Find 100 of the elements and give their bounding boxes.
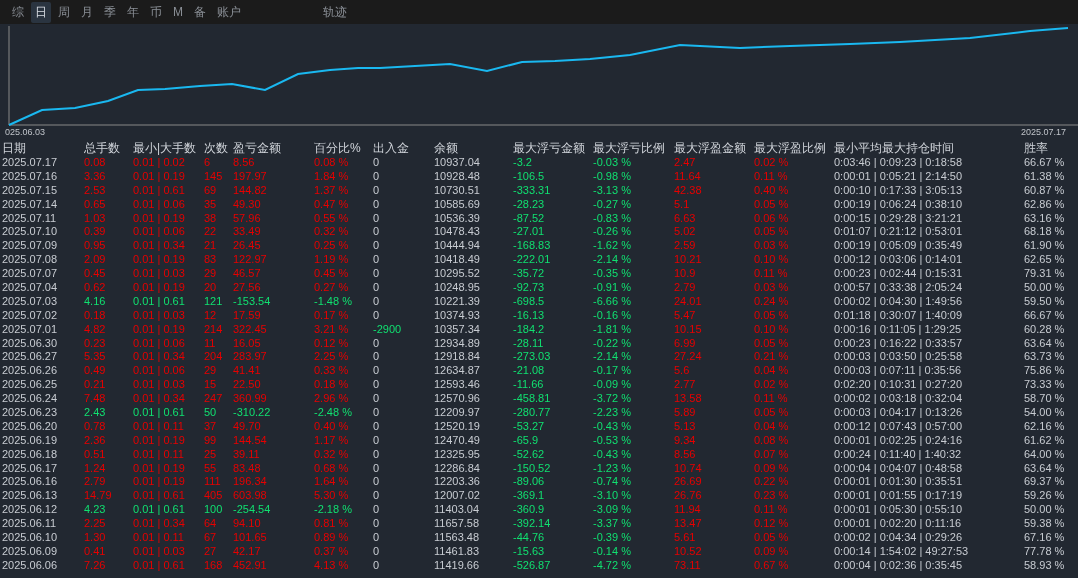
table-cell-text: 0 — [373, 156, 381, 170]
table-cell-text: 0 — [373, 433, 381, 448]
table-cell-text: 0.01 | 0.61 — [133, 558, 186, 573]
table-cell-text: 2025.07.01 — [2, 322, 59, 337]
table-cell-text: 0.68 % — [314, 461, 350, 476]
table-cell-text: 0:00:23 | 0:02:44 | 0:15:31 — [834, 267, 964, 282]
table-cell-text: 7.48 — [84, 392, 107, 407]
table-cell-text: 0 — [373, 461, 381, 476]
period-tab[interactable]: 备 — [190, 1, 210, 23]
table-cell-text: 26.45 — [233, 239, 262, 254]
table-cell-text: 2025.06.11 — [2, 517, 58, 532]
end-date-label: 2025.07.17 — [1020, 127, 1066, 137]
table-cell-text: 69 — [204, 183, 218, 198]
chart-tab[interactable]: 轨迹 — [323, 3, 347, 21]
table-cell-text: 0.01 | 0.19 — [133, 461, 186, 476]
table-cell-text: 168 — [204, 558, 224, 573]
table-cell-text: 2.09 — [84, 253, 107, 268]
table-cell-text: 0 — [373, 503, 381, 518]
table-cell-text: 11657.58 — [434, 517, 481, 532]
period-tab[interactable]: 账户 — [213, 1, 245, 23]
table-cell-text: 77.78 % — [1024, 544, 1066, 559]
table-cell-text: -273.03 — [513, 350, 552, 365]
table-cell-text: 38 — [204, 211, 218, 226]
table-cell-text: 0 — [373, 419, 381, 434]
table-cell-text: 283.97 — [233, 350, 268, 365]
table-cell-text: 27.56 — [233, 281, 262, 295]
table-cell-text: 0 — [373, 225, 381, 240]
table-cell-text: 2025.07.15 — [2, 183, 59, 198]
table-cell-text: -3.72 % — [593, 392, 632, 407]
table-cell-text: 13.47 — [674, 517, 703, 532]
table-cell-text: 29 — [204, 364, 218, 379]
table-cell-text: 0.10 % — [754, 253, 790, 268]
table-cell-text: 57.96 — [233, 211, 262, 226]
table-cell-text: 2025.07.03 — [2, 294, 59, 309]
table-cell-text: 0.04 % — [754, 364, 790, 379]
table-cell-text: 0:02:20 | 0:10:31 | 0:27:20 — [834, 378, 964, 393]
table-cell-text: 0.17 % — [314, 308, 350, 323]
table-cell-text: 12934.89 — [434, 336, 481, 351]
table-cell-text: 11461.83 — [434, 544, 481, 559]
table-cell-text: 0.22 % — [754, 475, 790, 490]
table-cell-text: 2025.06.30 — [2, 336, 59, 351]
table-cell-text: 0.23 — [84, 336, 107, 351]
start-date-label: 025.06.03 — [5, 127, 46, 137]
table-cell-text: 2025.07.14 — [2, 197, 59, 212]
table-cell-text: 66.67 % — [1024, 308, 1066, 323]
table-cell-text: 0 — [373, 531, 381, 545]
table-cell-text: 55 — [204, 461, 218, 476]
table-cell-text: 0:00:01 | 0:02:20 | 0:11:16 — [834, 517, 963, 532]
table-cell-text: 12470.49 — [434, 433, 481, 448]
table-cell-text: 10.74 — [674, 461, 703, 476]
table-cell-text: 0.01 | 0.61 — [133, 294, 186, 309]
table-cell-text: 2.25 — [84, 517, 107, 532]
period-tab[interactable]: M — [169, 3, 187, 21]
table-cell-text: -11.66 — [513, 378, 545, 393]
table-cell-text: 12325.95 — [434, 447, 481, 462]
table-cell-text: -4.72 % — [593, 558, 632, 573]
table-cell-text: 0.01 | 0.06 — [133, 336, 186, 351]
table-cell-text: 3.21 % — [314, 322, 350, 337]
table-cell-text: 22.50 — [233, 378, 262, 393]
table-cell-text: 5.6 — [674, 364, 691, 379]
table-cell-text: 11403.04 — [434, 503, 481, 518]
period-tab[interactable]: 年 — [123, 1, 143, 23]
table-cell-text: 58.70 % — [1024, 392, 1066, 407]
period-tab[interactable]: 月 — [77, 1, 97, 23]
table-cell-text: 0:00:01 | 0:05:30 | 0:55:10 — [834, 503, 964, 518]
table-cell-text: 0.01 | 0.02 — [133, 156, 186, 170]
table-cell-text: 0.40 % — [314, 419, 350, 434]
table-cell-text: 0.01 | 0.61 — [133, 489, 186, 504]
table-cell-text: 11 — [204, 336, 217, 351]
table-cell-text: 4.16 — [84, 294, 107, 309]
table-cell-text: 42.38 — [674, 183, 703, 198]
table-cell-text: 2.43 — [84, 406, 107, 420]
table-cell-text: 121 — [204, 294, 224, 309]
table-cell-text: 1.37 % — [314, 183, 350, 198]
table-cell-text: 10937.04 — [434, 156, 481, 170]
table-cell-text: 2025.06.25 — [2, 378, 59, 393]
table-cell-text: -1.48 % — [314, 294, 353, 309]
period-tab[interactable]: 季 — [100, 1, 120, 23]
table-cell-text: 63.64 % — [1024, 461, 1066, 476]
table-cell-text: 0.47 % — [314, 197, 350, 212]
period-tab[interactable]: 综 — [8, 1, 28, 23]
table-cell-text: 197.97 — [233, 169, 268, 184]
table-cell-text: 0.33 % — [314, 364, 350, 379]
table-cell-text: 10928.48 — [434, 169, 481, 184]
table-cell-text: 0.08 % — [314, 156, 350, 170]
table-cell-text: 59.26 % — [1024, 489, 1066, 504]
table-cell-text: -2.23 % — [593, 406, 632, 420]
table-cell-text: 4.82 — [84, 322, 107, 337]
period-tab[interactable]: 日 — [31, 1, 51, 23]
period-tab[interactable]: 币 — [146, 1, 166, 23]
table-cell-text: -0.27 % — [593, 197, 632, 212]
table-cell-text: 0:00:01 | 0:01:55 | 0:17:19 — [834, 489, 964, 504]
period-tab[interactable]: 周 — [54, 1, 74, 23]
table-cell-text: 0 — [373, 169, 381, 184]
table-cell-text: 1.19 % — [314, 253, 350, 268]
table-cell-text: 2025.07.02 — [2, 308, 59, 323]
table-cell-text: 0.02 % — [754, 156, 790, 170]
table-cell-text: -0.03 % — [593, 156, 632, 170]
table-cell-text: 2025.07.10 — [2, 225, 59, 240]
table-cell-text: 2.79 — [84, 475, 107, 490]
